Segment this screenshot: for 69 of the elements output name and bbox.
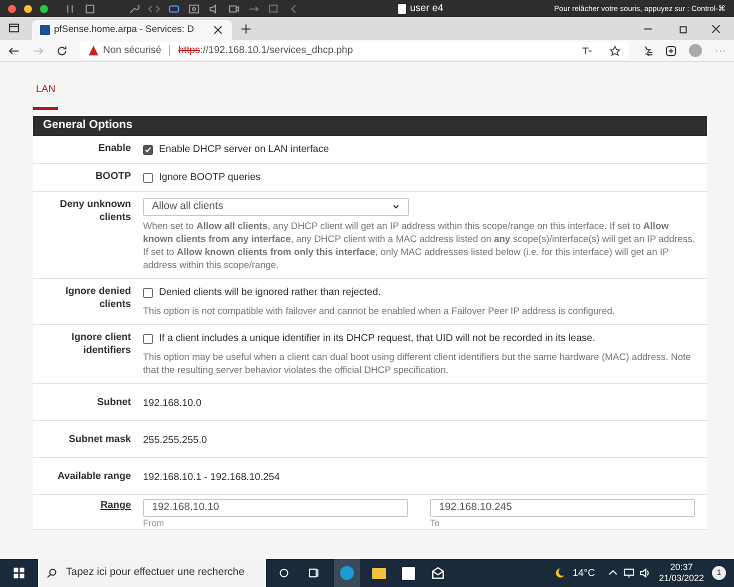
drive-icon[interactable]: [168, 2, 180, 14]
checkbox-label: Denied clients will be ignored rather than rejected.: [159, 286, 381, 300]
task-view-icon[interactable]: [308, 567, 320, 579]
close-icon[interactable]: [212, 24, 224, 36]
restore-icon[interactable]: [678, 23, 690, 35]
refresh-icon[interactable]: [56, 44, 68, 56]
field-value: 192.168.10.0: [143, 398, 202, 409]
field-value: 255.255.255.0: [143, 435, 207, 446]
vm-user-name: user e4: [410, 2, 444, 16]
clock-date[interactable]: 21/03/2022: [658, 573, 704, 584]
video-icon[interactable]: [228, 2, 240, 14]
field-label: Subnet: [97, 396, 131, 408]
checkbox[interactable]: [143, 334, 153, 344]
field-label: Subnet mask: [68, 434, 131, 444]
browser-tab[interactable]: pfSense.home.arpa - Services: D: [32, 20, 232, 40]
input-field[interactable]: 192.168.10.10: [143, 499, 408, 517]
checkbox[interactable]: [143, 172, 153, 182]
warning-icon: [88, 45, 99, 56]
checkbox-label: Ignore BOOTP queries: [159, 171, 261, 185]
field-hint: To: [430, 518, 441, 528]
field-value: 192.168.10.1 - 192.168.10.254: [143, 472, 280, 483]
help-text: This option is not compatible with failover and cannot be enabled when a Failover Peer IP address is configured.: [143, 305, 616, 318]
check-icon: [144, 146, 152, 154]
chevron-down-icon: [392, 203, 400, 211]
help-text: When set to Allow all clients, any DHCP client will get an IP address within this scope/range on this interface. If set to Allow known clients from any interface, any DHCP client with a MAC address listed on any scope(s)/interface(s) will get an IP address. If set to Allow known clients from only this interface, only MAC addresses listed below (i.e. for this interface) will get an IP address within this scope/range.: [143, 220, 695, 272]
security-status: Non sécurisé: [103, 44, 162, 58]
plus-icon[interactable]: [240, 23, 252, 35]
checkbox-label: If a client includes a unique identifier in its DHCP request, that UID will not be recorded in its lease.: [159, 332, 596, 346]
url-text: https://192.168.10.1/services_dhcp.php: [178, 44, 353, 58]
panel-header: General Options: [33, 116, 707, 136]
clock-time[interactable]: 20:37: [670, 562, 693, 573]
back-arrow-icon[interactable]: [8, 44, 20, 56]
help-text: This option may be useful when a client can dual boot using different client identifiers but the same hardware (MAC) address. Note that the resulting server behavior violates the official DHCP specification.: [143, 351, 692, 377]
field-label: Ignore denied clients: [65, 286, 131, 310]
cortana-circle-icon[interactable]: [278, 567, 290, 579]
weather-temperature[interactable]: 14°C: [572, 566, 595, 580]
pfsense-favicon: [40, 25, 50, 35]
network-icon[interactable]: [622, 567, 635, 579]
mail-icon[interactable]: [431, 566, 445, 580]
address-bar[interactable]: Non sécurisé https://192.168.10.1/services_dhcp.php: [80, 42, 629, 60]
field-label: Range: [100, 500, 131, 511]
volume-icon[interactable]: [638, 567, 651, 579]
notification-badge[interactable]: 1: [712, 566, 726, 580]
dropdown[interactable]: Allow all clients: [143, 198, 409, 216]
code-icon[interactable]: [148, 2, 160, 14]
field-label: Deny unknown clients: [60, 199, 131, 223]
input-field[interactable]: 192.168.10.245: [430, 499, 695, 517]
windows-start-icon[interactable]: [13, 567, 25, 579]
field-label: Ignore client identifiers: [72, 332, 131, 356]
field-label: BOOTP: [95, 171, 131, 182]
camera-icon[interactable]: [188, 2, 200, 14]
collections-icon[interactable]: [665, 44, 677, 56]
search-icon[interactable]: [46, 567, 58, 579]
pause-icon[interactable]: [64, 2, 76, 14]
translate-icon[interactable]: [581, 44, 593, 56]
checkbox[interactable]: [143, 144, 153, 154]
sidebar-icon[interactable]: [8, 22, 20, 34]
document-icon: [398, 4, 406, 14]
interface-tab[interactable]: LAN: [33, 82, 58, 110]
taskbar-search-field[interactable]: Tapez ici pour effectuer une recherche: [38, 559, 266, 587]
field-label: Enable: [98, 143, 131, 154]
edge-browser-icon[interactable]: [334, 559, 360, 587]
close-icon[interactable]: [710, 23, 722, 35]
favorite-star-icon[interactable]: [609, 44, 621, 56]
checkbox-label: Enable DHCP server on LAN interface: [159, 143, 329, 157]
field-label: Available range: [57, 470, 131, 482]
checkbox[interactable]: [143, 288, 153, 298]
field-hint: From: [143, 518, 165, 528]
folder-icon[interactable]: [372, 568, 386, 578]
